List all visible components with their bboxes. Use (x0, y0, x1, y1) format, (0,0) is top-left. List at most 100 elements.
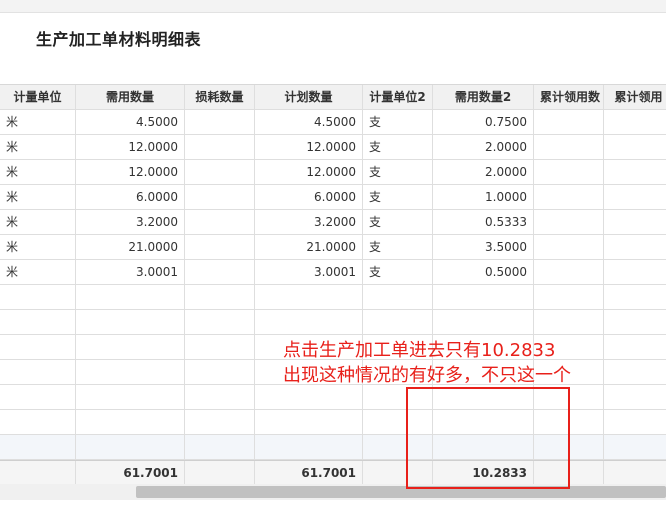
table-cell (363, 310, 433, 334)
table-cell: 4.5000 (76, 110, 185, 134)
table-cell (76, 435, 185, 459)
table-row[interactable]: 米 21.0000 21.0000 支 3.5000 (0, 235, 666, 260)
table-cell: 12.0000 (76, 160, 185, 184)
table-cell (363, 285, 433, 309)
table-cell (433, 310, 534, 334)
table-cell (534, 210, 604, 234)
scrollbar-thumb[interactable] (136, 486, 666, 498)
table-cell (604, 385, 666, 409)
empty-table-row[interactable] (0, 285, 666, 310)
table-row[interactable]: 米 6.0000 6.0000 支 1.0000 (0, 185, 666, 210)
table-cell: 2.0000 (433, 135, 534, 159)
table-cell: 0.7500 (433, 110, 534, 134)
table-cell: 3.2000 (76, 210, 185, 234)
table-cell: 3.0001 (76, 260, 185, 284)
table-cell (76, 310, 185, 334)
table-cell: 2.0000 (433, 160, 534, 184)
annotation-note: 点击生产加工单进去只有10.2833 出现这种情况的有好多，不只这一个 (283, 338, 571, 388)
table-cell (0, 410, 76, 434)
table-cell (604, 335, 666, 359)
table-cell: 3.2000 (255, 210, 363, 234)
table-header-row: 计量单位 需用数量 损耗数量 计划数量 计量单位2 需用数量2 累计领用数 累计领用 (0, 85, 666, 110)
total-cell (185, 461, 255, 485)
table-cell (185, 285, 255, 309)
table-cell: 0.5333 (433, 210, 534, 234)
total-cell (0, 461, 76, 485)
table-cell: 米 (0, 210, 76, 234)
column-header: 需用数量2 (433, 85, 534, 109)
table-cell (185, 210, 255, 234)
table-cell (185, 235, 255, 259)
table-cell (185, 360, 255, 384)
table-cell (255, 410, 363, 434)
table-cell: 4.5000 (255, 110, 363, 134)
table-row[interactable]: 米 4.5000 4.5000 支 0.7500 (0, 110, 666, 135)
table-cell: 1.0000 (433, 185, 534, 209)
table-cell (185, 110, 255, 134)
table-cell (76, 410, 185, 434)
table-cell (185, 260, 255, 284)
table-cell (185, 335, 255, 359)
table-row[interactable]: 米 12.0000 12.0000 支 2.0000 (0, 160, 666, 185)
table-cell: 21.0000 (76, 235, 185, 259)
column-header: 累计领用数 (534, 85, 604, 109)
table-row[interactable]: 米 3.0001 3.0001 支 0.5000 (0, 260, 666, 285)
table-cell (534, 185, 604, 209)
total-cell: 61.7001 (76, 461, 185, 485)
column-header: 计量单位2 (363, 85, 433, 109)
table-cell (255, 385, 363, 409)
table-cell (604, 185, 666, 209)
table-cell (604, 310, 666, 334)
total-cell (604, 461, 666, 485)
table-cell (534, 110, 604, 134)
total-cell: 61.7001 (255, 461, 363, 485)
table-cell (185, 160, 255, 184)
annotation-line-2: 出现这种情况的有好多，不只这一个 (283, 365, 571, 386)
table-cell (185, 385, 255, 409)
empty-table-row[interactable] (0, 310, 666, 335)
table-cell: 米 (0, 110, 76, 134)
table-cell (534, 160, 604, 184)
table-cell (0, 285, 76, 309)
table-cell (604, 410, 666, 434)
annotation-line-1: 点击生产加工单进去只有10.2833 (283, 340, 556, 361)
table-cell: 6.0000 (76, 185, 185, 209)
table-cell: 3.0001 (255, 260, 363, 284)
table-cell (604, 135, 666, 159)
table-cell (76, 285, 185, 309)
table-cell: 米 (0, 185, 76, 209)
table-cell: 支 (363, 160, 433, 184)
table-cell (0, 360, 76, 384)
table-cell: 支 (363, 210, 433, 234)
table-cell (433, 285, 534, 309)
table-cell (185, 135, 255, 159)
table-cell: 支 (363, 260, 433, 284)
table-cell (604, 260, 666, 284)
column-header: 需用数量 (76, 85, 185, 109)
table-cell: 0.5000 (433, 260, 534, 284)
table-cell: 支 (363, 110, 433, 134)
table-cell (0, 310, 76, 334)
table-cell (255, 310, 363, 334)
table-cell (0, 435, 76, 459)
table-cell (604, 360, 666, 384)
table-cell (604, 235, 666, 259)
table-cell: 支 (363, 135, 433, 159)
table-cell: 米 (0, 260, 76, 284)
table-cell (255, 285, 363, 309)
table-cell (534, 235, 604, 259)
table-cell (76, 335, 185, 359)
table-cell (76, 385, 185, 409)
table-cell: 米 (0, 235, 76, 259)
table-cell: 12.0000 (255, 160, 363, 184)
table-cell (185, 310, 255, 334)
table-cell (0, 385, 76, 409)
table-cell: 21.0000 (255, 235, 363, 259)
table-row[interactable]: 米 3.2000 3.2000 支 0.5333 (0, 210, 666, 235)
table-cell: 3.5000 (433, 235, 534, 259)
table-cell: 米 (0, 135, 76, 159)
table-cell: 米 (0, 160, 76, 184)
table-cell (604, 160, 666, 184)
table-row[interactable]: 米 12.0000 12.0000 支 2.0000 (0, 135, 666, 160)
table-cell (534, 135, 604, 159)
